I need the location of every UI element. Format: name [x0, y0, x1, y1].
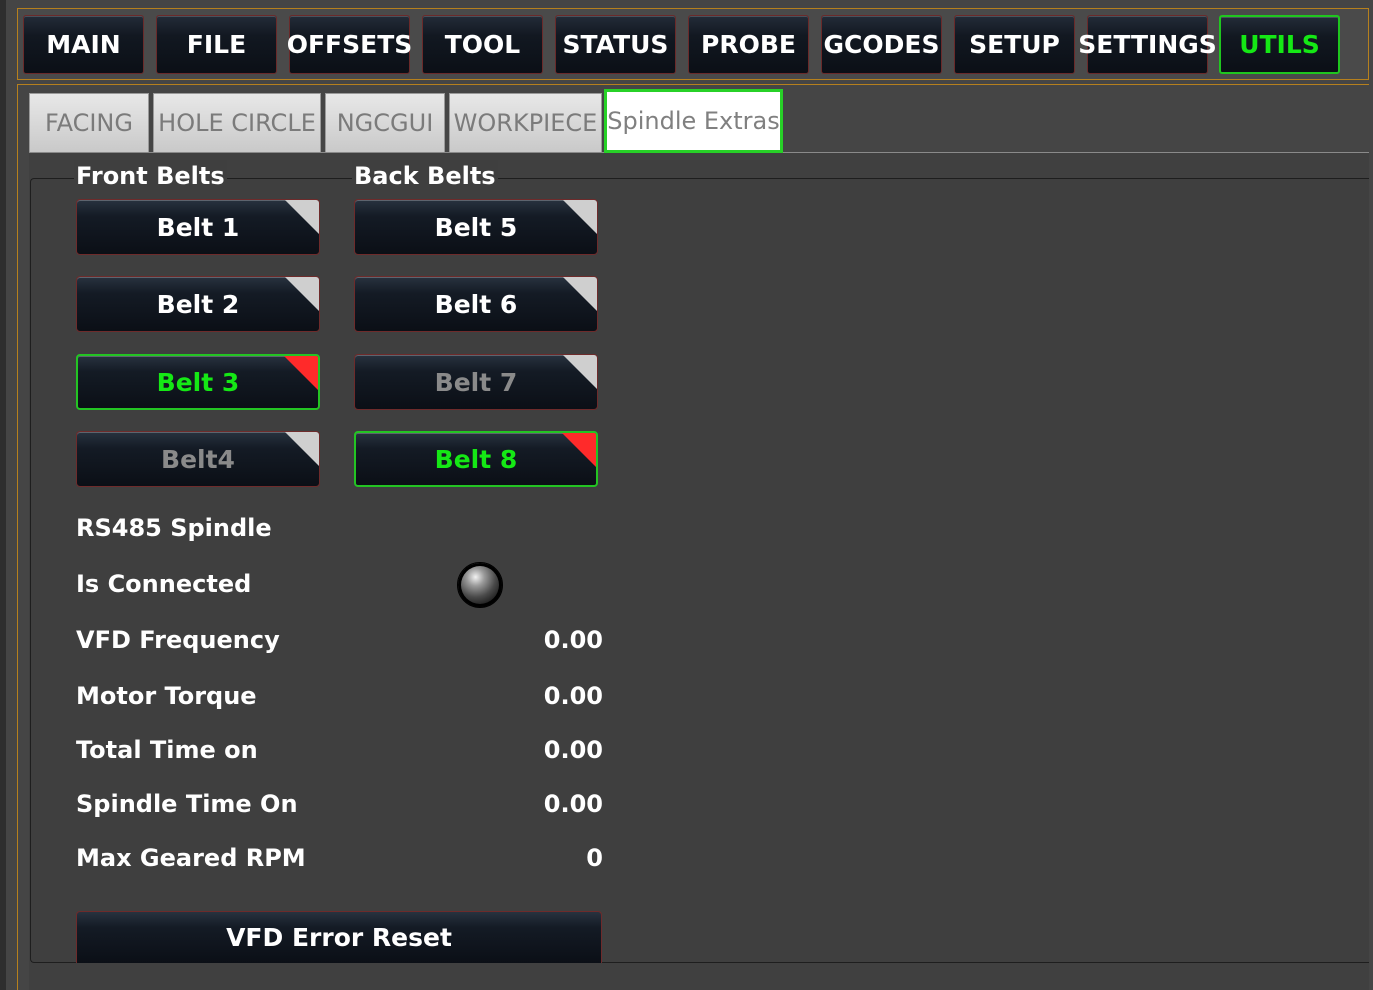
tab-spindle-extras[interactable]: Spindle Extras [604, 89, 783, 153]
nav-status-button[interactable]: STATUS [555, 15, 676, 74]
tab-workpiece[interactable]: WORKPIECE [449, 93, 602, 152]
toggle-corner-indicator [562, 433, 596, 467]
nav-tool-button[interactable]: TOOL [422, 15, 543, 74]
is-connected-label: Is Connected [76, 570, 252, 598]
total-time-on-value: 0.00 [543, 736, 603, 764]
nav-utils-button[interactable]: UTILS [1219, 15, 1340, 74]
toggle-corner-indicator [285, 432, 319, 466]
back-belts-title: Back Belts [352, 160, 498, 192]
belt-7-button[interactable]: Belt 7 [354, 354, 598, 410]
nav-gcodes-button[interactable]: GCODES [821, 15, 942, 74]
belt-label: Belt 3 [156, 367, 240, 397]
nav-setup-button[interactable]: SETUP [954, 15, 1075, 74]
max-geared-rpm-value: 0 [586, 844, 603, 872]
toggle-corner-indicator [285, 200, 319, 234]
toggle-corner-indicator [563, 200, 597, 234]
spindle-time-on-value: 0.00 [543, 790, 603, 818]
belt-label: Belt 1 [156, 212, 240, 242]
belt-3-button[interactable]: Belt 3 [76, 354, 320, 410]
nav-probe-button[interactable]: PROBE [688, 15, 809, 74]
spindle-time-on-label: Spindle Time On [76, 790, 298, 818]
vfd-error-reset-label: VFD Error Reset [226, 923, 452, 952]
belt-label: Belt 6 [434, 289, 518, 319]
belt-6-button[interactable]: Belt 6 [354, 276, 598, 332]
belt-4-button[interactable]: Belt4 [76, 431, 320, 487]
belt-label: Belt 7 [434, 367, 518, 397]
belt-label: Belt 8 [434, 444, 518, 474]
nav-settings-button[interactable]: SETTINGS [1078, 15, 1217, 74]
nav-main-button[interactable]: MAIN [23, 15, 144, 74]
toggle-corner-indicator [284, 356, 318, 390]
nav-offsets-button[interactable]: OFFSETS [287, 15, 412, 74]
window-edge [0, 0, 6, 990]
total-time-on-label: Total Time on [76, 736, 258, 764]
belt-8-button[interactable]: Belt 8 [354, 431, 598, 487]
belt-5-button[interactable]: Belt 5 [354, 199, 598, 255]
front-belts-title: Front Belts [74, 160, 227, 192]
tab-facing[interactable]: FACING [29, 93, 149, 152]
belt-label: Belt 2 [156, 289, 240, 319]
vfd-frequency-label: VFD Frequency [76, 626, 280, 654]
vfd-frequency-value: 0.00 [543, 626, 603, 654]
belt-label: Belt 5 [434, 212, 518, 242]
max-geared-rpm-label: Max Geared RPM [76, 844, 306, 872]
tab-hole-circle[interactable]: HOLE CIRCLE [153, 93, 321, 152]
belt-1-button[interactable]: Belt 1 [76, 199, 320, 255]
rs485-spindle-heading: RS485 Spindle [76, 514, 272, 542]
vfd-error-reset-button[interactable]: VFD Error Reset [76, 911, 602, 963]
toggle-corner-indicator [563, 277, 597, 311]
belt-label: Belt4 [161, 444, 235, 474]
toggle-corner-indicator [563, 355, 597, 389]
nav-file-button[interactable]: FILE [156, 15, 277, 74]
motor-torque-value: 0.00 [543, 682, 603, 710]
toggle-corner-indicator [285, 277, 319, 311]
connection-status-led [457, 562, 503, 608]
motor-torque-label: Motor Torque [76, 682, 257, 710]
tab-ngcgui[interactable]: NGCGUI [325, 93, 445, 152]
belt-2-button[interactable]: Belt 2 [76, 276, 320, 332]
